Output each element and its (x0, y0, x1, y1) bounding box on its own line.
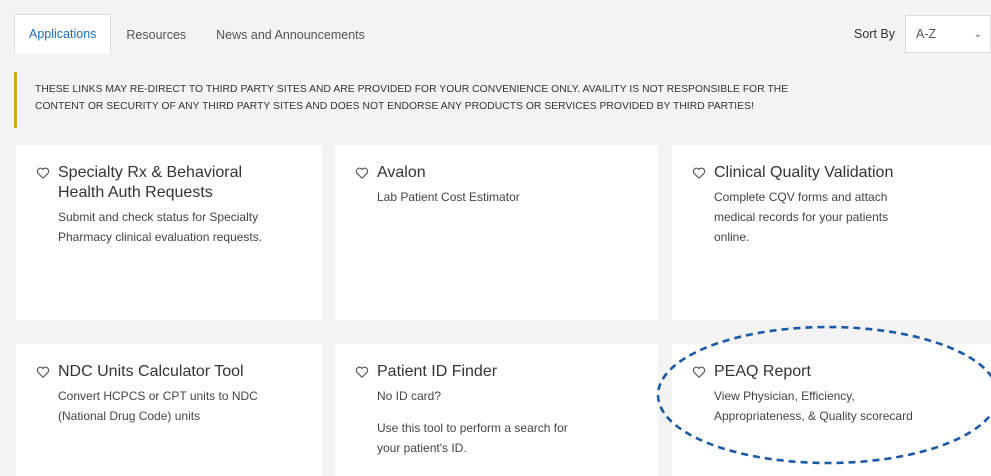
card-desc-line-2: Pharmacy clinical evaluation requests. (58, 230, 263, 244)
sort-by-label: Sort By (854, 27, 895, 41)
third-party-notice: THESE LINKS MAY RE-DIRECT TO THIRD PARTY… (14, 72, 991, 128)
card-desc-line-1: Convert HCPCS or CPT units to NDC (58, 389, 258, 403)
card-desc-line-1: Lab Patient Cost Estimator (377, 190, 520, 204)
heart-outline-icon[interactable] (36, 166, 50, 180)
notice-line-1: THESE LINKS MAY RE-DIRECT TO THIRD PARTY… (35, 84, 789, 95)
card-title-line-1: Specialty Rx & Behavioral (58, 164, 243, 181)
tab-news-and-announcements[interactable]: News and Announcements (201, 14, 380, 54)
card-title: NDC Units Calculator Tool (58, 363, 244, 380)
app-card-patient-id-finder[interactable]: Patient ID Finder No ID card? Use this t… (335, 344, 658, 476)
card-title: Patient ID Finder (377, 363, 498, 380)
card-desc-line-1: Submit and check status for Specialty (58, 210, 259, 224)
heart-outline-icon[interactable] (355, 365, 369, 379)
chevron-down-icon: ⌄ (973, 28, 982, 40)
card-desc-line-1: View Physician, Efficiency, (714, 389, 855, 403)
heart-outline-icon[interactable] (36, 365, 50, 379)
sort-select-value: A-Z (916, 27, 937, 41)
tab-resources[interactable]: Resources (111, 14, 201, 54)
tab-applications[interactable]: Applications (14, 14, 112, 54)
card-desc-line-2: Appropriateness, & Quality scorecard (714, 409, 913, 423)
card-title: Clinical Quality Validation (714, 164, 894, 181)
card-title: PEAQ Report (714, 363, 811, 380)
card-desc-line-2: medical records for your patients (714, 210, 889, 224)
card-title: Avalon (377, 164, 426, 181)
heart-outline-icon[interactable] (692, 166, 706, 180)
app-card-clinical-quality-validation[interactable]: Clinical Quality Validation Complete CQV… (672, 145, 991, 320)
app-card-peaq-report[interactable]: PEAQ Report View Physician, Efficiency, … (672, 344, 991, 476)
card-desc-line-2: (National Drug Code) units (58, 409, 201, 423)
heart-outline-icon[interactable] (692, 365, 706, 379)
sort-select[interactable]: A-Z ⌄ (905, 15, 991, 53)
card-title-line-2: Health Auth Requests (58, 184, 213, 201)
app-card-specialty-rx[interactable]: Specialty Rx & Behavioral Health Auth Re… (16, 145, 322, 320)
app-card-avalon[interactable]: Avalon Lab Patient Cost Estimator (335, 145, 658, 320)
card-desc-line-1: Complete CQV forms and attach (714, 190, 888, 204)
card-desc-block: Use this tool to perform a search for yo… (377, 418, 638, 458)
card-desc-line-1: No ID card? (377, 389, 442, 403)
app-card-ndc-units-calculator[interactable]: NDC Units Calculator Tool Convert HCPCS … (16, 344, 322, 476)
card-desc-line-3: online. (714, 230, 750, 244)
notice-line-2: CONTENT OR SECURITY OF ANY THIRD PARTY S… (35, 101, 754, 112)
tab-bar: Applications Resources News and Announce… (14, 14, 380, 54)
sort-control: Sort By A-Z ⌄ (854, 14, 991, 54)
card-desc-line-3: your patient's ID. (377, 441, 467, 455)
heart-outline-icon[interactable] (355, 166, 369, 180)
top-bar: Applications Resources News and Announce… (0, 0, 991, 66)
card-desc-line-2: Use this tool to perform a search for (377, 421, 568, 435)
